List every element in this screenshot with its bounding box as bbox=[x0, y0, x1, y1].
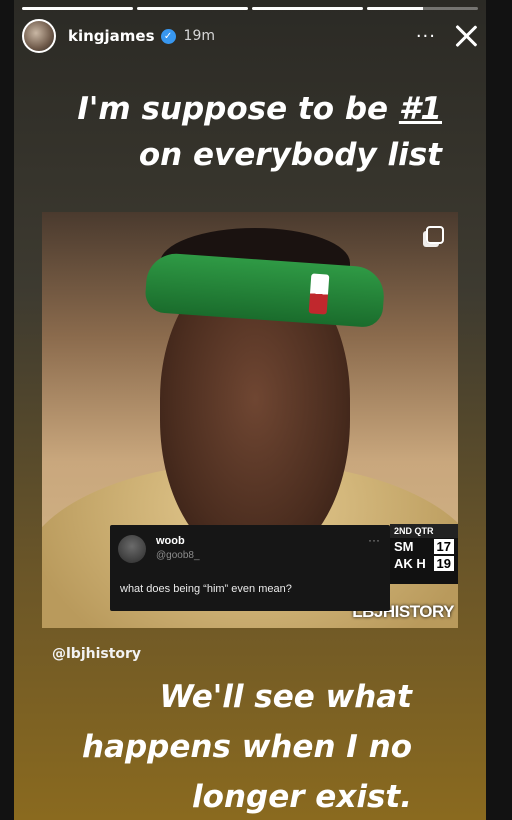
mention-sticker[interactable]: @lbjhistory bbox=[52, 646, 141, 662]
carousel-copy-icon bbox=[426, 226, 444, 244]
tweet-more-icon: ··· bbox=[368, 533, 380, 547]
progress-segment bbox=[367, 7, 478, 10]
feed-right-edge bbox=[486, 0, 512, 820]
tweet-card[interactable]: woob @goob8_ ··· what does being “him” e… bbox=[110, 525, 390, 611]
feed-left-edge bbox=[0, 0, 14, 820]
progress-segment bbox=[137, 7, 248, 10]
progress-segment bbox=[252, 7, 363, 10]
more-options-icon[interactable]: ··· bbox=[416, 26, 436, 47]
tweet-text: what does being “him” even mean? bbox=[120, 583, 292, 595]
nba-logo-icon bbox=[308, 273, 330, 315]
story-progress-bar bbox=[22, 7, 478, 10]
tweet-author-name: woob bbox=[156, 535, 185, 547]
story-headline: I'm suppose to be #1 on everybody list bbox=[14, 86, 486, 178]
tweet-author-handle: @goob8_ bbox=[156, 550, 200, 561]
caption-line-2: happens when I no bbox=[82, 729, 412, 765]
progress-segment bbox=[22, 7, 133, 10]
tweet-avatar bbox=[118, 535, 146, 563]
headline-emphasis: #1 bbox=[398, 91, 442, 127]
avatar[interactable] bbox=[22, 19, 56, 53]
caption-line-3: longer exist. bbox=[192, 779, 412, 815]
scoreboard-row: SM 17 bbox=[390, 538, 458, 555]
scoreboard-quarter: 2ND QTR bbox=[390, 524, 458, 538]
username[interactable]: kingjames bbox=[68, 27, 155, 45]
team-name: AK H bbox=[394, 556, 426, 571]
headline-line-1: I'm suppose to be #1 bbox=[77, 91, 442, 127]
caption-line-1: We'll see what bbox=[159, 679, 412, 715]
team-score: 19 bbox=[433, 556, 454, 571]
scoreboard: 2ND QTR SM 17 AK H 19 bbox=[390, 524, 458, 584]
team-name: SM bbox=[394, 539, 414, 554]
story-viewer[interactable]: kingjames ✓ 19m ··· I'm suppose to be #1… bbox=[14, 0, 486, 820]
scoreboard-row: AK H 19 bbox=[390, 555, 458, 572]
story-header: kingjames ✓ 19m ··· bbox=[22, 18, 478, 54]
verified-badge-icon: ✓ bbox=[160, 28, 176, 44]
team-score: 17 bbox=[433, 539, 454, 554]
post-time: 19m bbox=[183, 28, 215, 44]
headline-line-2: on everybody list bbox=[138, 137, 442, 173]
close-icon[interactable] bbox=[454, 24, 478, 48]
